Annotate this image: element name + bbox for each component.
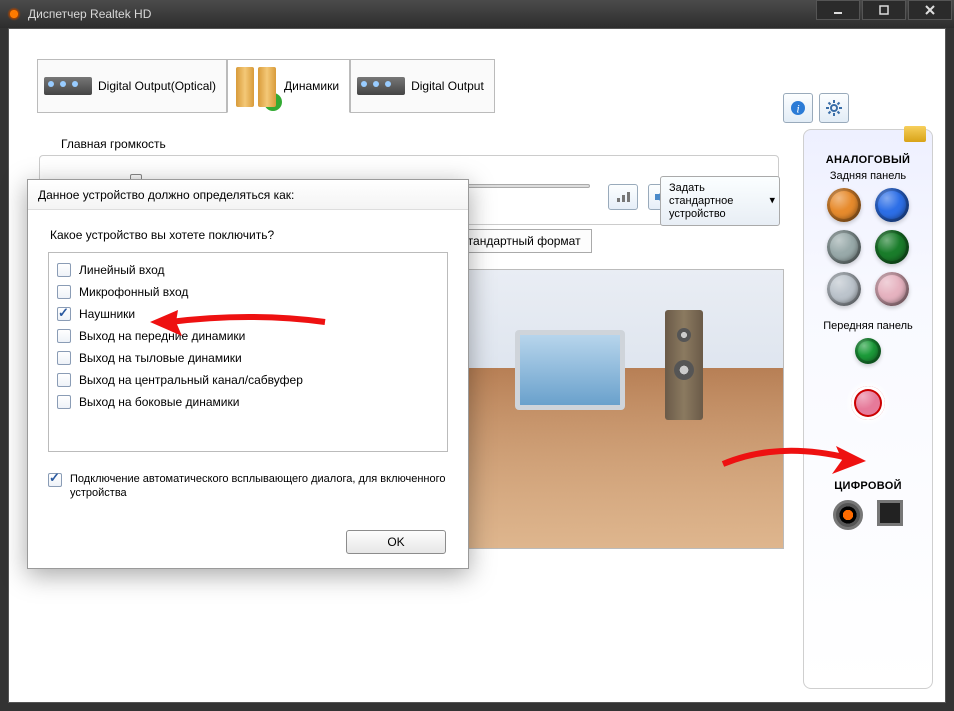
set-default-device-button[interactable]: Задать стандартное устройство ▾: [660, 176, 780, 226]
subtab-default-format[interactable]: Стандартный формат: [448, 229, 592, 253]
app-body: Digital Output(Optical) Динамики Digital…: [8, 28, 946, 703]
jack-panel: АНАЛОГОВЫЙ Задняя панель Передняя панель…: [803, 129, 933, 689]
control-icons: i: [783, 93, 849, 123]
option-label: Линейный вход: [79, 263, 165, 277]
set-default-label: Задать стандартное устройство: [669, 182, 759, 221]
checkbox[interactable]: [57, 373, 71, 387]
dialog-option-list: Линейный вход Микрофонный вход Наушники …: [48, 252, 448, 452]
option-label: Выход на тыловые динамики: [79, 351, 242, 365]
speaker-room-preview[interactable]: [464, 269, 784, 549]
receiver-icon: [357, 77, 405, 95]
option-label: Наушники: [79, 307, 135, 321]
option-headphones[interactable]: Наушники: [57, 303, 439, 325]
digital-jacks: [804, 500, 932, 530]
jack-rear-blue[interactable]: [875, 188, 909, 222]
front-panel-label: Передняя панель: [804, 320, 932, 332]
chevron-down-icon: ▾: [769, 195, 775, 208]
checkbox[interactable]: [57, 263, 71, 277]
auto-popup-option[interactable]: Подключение автоматического всплывающего…: [48, 472, 448, 500]
checkbox[interactable]: [57, 307, 71, 321]
jack-rear-black[interactable]: [827, 230, 861, 264]
maximize-button[interactable]: [862, 0, 906, 20]
jack-front-green[interactable]: [855, 338, 881, 364]
close-button[interactable]: [908, 0, 952, 20]
digital-heading: ЦИФРОВОЙ: [804, 480, 932, 492]
settings-button[interactable]: [819, 93, 849, 123]
ok-button[interactable]: OK: [346, 530, 446, 554]
option-front-speakers[interactable]: Выход на передние динамики: [57, 325, 439, 347]
checkbox[interactable]: [48, 473, 62, 487]
info-button[interactable]: i: [783, 93, 813, 123]
main-volume-title: Главная громкость: [61, 137, 166, 151]
app-icon: [6, 6, 22, 22]
option-side-speakers[interactable]: Выход на боковые динамики: [57, 391, 439, 413]
rear-panel-label: Задняя панель: [804, 170, 932, 182]
checkbox[interactable]: [57, 285, 71, 299]
option-rear-speakers[interactable]: Выход на тыловые динамики: [57, 347, 439, 369]
svg-text:i: i: [796, 102, 799, 116]
monitor-icon: [515, 330, 625, 410]
checkbox[interactable]: [57, 351, 71, 365]
minimize-button[interactable]: [816, 0, 860, 20]
speakers-icon: [234, 65, 278, 107]
jack-rear-orange[interactable]: [827, 188, 861, 222]
option-center-sub[interactable]: Выход на центральный канал/сабвуфер: [57, 369, 439, 391]
jack-digital-coax[interactable]: [833, 500, 863, 530]
tab-label: Digital Output(Optical): [98, 79, 216, 93]
device-tabs: Digital Output(Optical) Динамики Digital…: [37, 59, 495, 113]
balance-button[interactable]: [608, 184, 638, 210]
dialog-title: Данное устройство должно определяться ка…: [28, 180, 468, 210]
auto-popup-label: Подключение автоматического всплывающего…: [70, 472, 448, 500]
checkbox[interactable]: [57, 395, 71, 409]
window-titlebar: Диспетчер Realtek HD: [0, 0, 954, 28]
checkbox[interactable]: [57, 329, 71, 343]
window-controls: [814, 0, 952, 20]
jack-front-pink-active[interactable]: [851, 386, 885, 420]
dialog-question: Какое устройство вы хотете поключить?: [50, 228, 468, 242]
device-type-dialog: Данное устройство должно определяться ка…: [27, 179, 469, 569]
option-label: Микрофонный вход: [79, 285, 188, 299]
folder-icon: [904, 126, 926, 142]
jack-rear-gray[interactable]: [827, 272, 861, 306]
option-label: Выход на передние динамики: [79, 329, 245, 343]
jack-digital-optical[interactable]: [877, 500, 903, 526]
tab-speakers[interactable]: Динамики: [227, 59, 350, 113]
window-title: Диспетчер Realtek HD: [28, 7, 151, 21]
tab-digital-output[interactable]: Digital Output: [350, 59, 495, 113]
option-line-in[interactable]: Линейный вход: [57, 259, 439, 281]
option-label: Выход на центральный канал/сабвуфер: [79, 373, 303, 387]
tab-label: Digital Output: [411, 79, 484, 93]
receiver-icon: [44, 77, 92, 95]
rear-jacks: [804, 188, 932, 306]
jack-rear-pink[interactable]: [875, 272, 909, 306]
analog-heading: АНАЛОГОВЫЙ: [804, 154, 932, 166]
option-label: Выход на боковые динамики: [79, 395, 239, 409]
tab-label: Динамики: [284, 79, 339, 93]
floor-speaker-icon: [665, 310, 703, 420]
tab-digital-output-optical[interactable]: Digital Output(Optical): [37, 59, 227, 113]
jack-rear-green[interactable]: [875, 230, 909, 264]
option-mic-in[interactable]: Микрофонный вход: [57, 281, 439, 303]
volume-slider[interactable]: [50, 170, 590, 174]
